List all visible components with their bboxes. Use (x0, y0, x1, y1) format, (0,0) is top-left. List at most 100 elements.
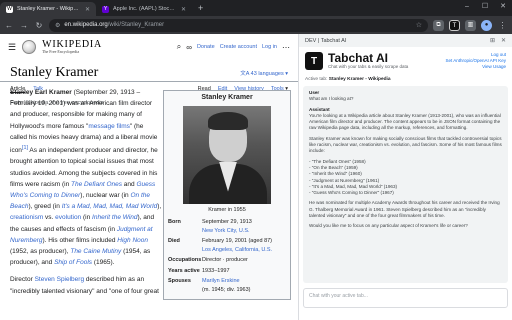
close-tab-icon[interactable]: ✕ (181, 6, 186, 13)
tab-strip: W Stanley Kramer - Wikipedia ✕ Y Apple I… (0, 0, 512, 16)
assistant-message-part: You're looking at a Wikipedia article ab… (309, 112, 501, 131)
infobox-row-occupations: Occupations Director · producer (168, 256, 286, 265)
wikipedia-globe-logo[interactable] (22, 40, 37, 54)
caine-mutiny-link[interactable]: The Caine Mutiny (70, 248, 121, 255)
back-icon[interactable]: ← (4, 21, 14, 30)
assistant-message-part: Stanley Kramer was known for making soci… (309, 135, 502, 154)
wikipedia-wordmark[interactable]: WIKIPEDIA The Free Encyclopedia (42, 40, 102, 54)
active-tab-label: Active tab: (305, 77, 328, 82)
born-date: September 29, 1913 (202, 219, 252, 225)
side-panel: DEV | Tabchat AI ⊞ ✕ T Tabchat AI Chat w… (298, 34, 512, 320)
spielberg-link[interactable]: Steven Spielberg (35, 276, 85, 283)
photo-caption: Kramer in 1955 (208, 206, 246, 213)
text: vs. (43, 214, 56, 222)
link-text: The Caine Mutiny (70, 248, 122, 255)
infobox: Stanley Kramer Kramer in 1955 Born Septe… (163, 90, 291, 300)
portrait-photo[interactable] (183, 105, 271, 204)
row-value: February 19, 2001 (aged 87) Los Angeles, … (202, 237, 286, 254)
link-text: It's a Mad, Mad, Mad, Mad World (61, 203, 158, 211)
forward-icon[interactable]: → (19, 21, 29, 30)
assistant-message-part: Would you like me to focus on any partic… (309, 223, 468, 229)
died-place-link[interactable]: Los Angeles, California, U.S. (202, 247, 272, 253)
lead-paragraph: Stanley Earl Kramer (September 29, 1913 … (10, 87, 162, 268)
evolution-link[interactable]: evolution (55, 214, 81, 221)
ship-of-fools-link[interactable]: Ship of Fools (54, 259, 92, 266)
defiant-ones-link[interactable]: The Defiant Ones (71, 181, 122, 188)
maximize-icon[interactable]: ☐ (476, 0, 494, 16)
born-place-link[interactable]: New York City, U.S. (202, 228, 250, 234)
address-bar[interactable]: ⚙ en.wikipedia.org/wiki/Stanley_Kramer ☆ (49, 18, 428, 32)
url-text: en.wikipedia.org/wiki/Stanley_Kramer (64, 22, 164, 28)
page-title: Stanley Kramer (10, 65, 99, 80)
profile-avatar-icon[interactable]: ● (481, 19, 492, 31)
personal-tools-icon[interactable]: ⋯ (282, 43, 290, 52)
infobox-row-years: Years active 1933–1997 (168, 267, 286, 276)
mad-world-link[interactable]: It's a Mad, Mad, Mad, Mad World (62, 203, 158, 210)
app-title: Tabchat AI (328, 51, 389, 65)
site-info-icon[interactable]: ⚙ (55, 22, 60, 29)
pin-icon[interactable]: ⊞ (490, 37, 495, 44)
text: ), greed (in (28, 203, 62, 211)
message-films-link[interactable]: message films (88, 123, 130, 130)
chat-input[interactable]: Chat with your active tab... (303, 288, 508, 308)
text: ), nuclear war (in (80, 191, 131, 199)
browser-toolbar: ← → ↻ ⚙ en.wikipedia.org/wiki/Stanley_Kr… (0, 16, 512, 34)
create-account-link[interactable]: Create account (220, 44, 257, 50)
second-paragraph: Director Steven Spielberg described him … (10, 274, 162, 296)
row-label: Years active (168, 267, 200, 274)
row-label: Born (168, 219, 181, 225)
row-value: September 29, 1913 New York City, U.S. (202, 218, 286, 235)
high-noon-link[interactable]: High Noon (117, 237, 148, 244)
extensions-puzzle-icon[interactable]: ⧉ (433, 19, 444, 31)
row-value: Marilyn Erskine (m. 1945; div. 1963) (202, 277, 286, 294)
search-icon[interactable]: ⌕ (177, 42, 181, 52)
text: (1965). (92, 259, 115, 267)
infobox-row-died: Died February 19, 2001 (aged 87) Los Ange… (168, 237, 286, 254)
article-body: Stanley Earl Kramer (September 29, 1913 … (10, 87, 162, 303)
chat-transcript: User What am I looking at? Assistant You… (303, 86, 508, 283)
view-usage-link[interactable]: View Usage (445, 64, 506, 70)
donate-link[interactable]: Donate (197, 44, 215, 50)
row-value: Director · producer (202, 257, 248, 263)
title-row: Stanley Kramer 文A 43 languages ▾ (0, 60, 298, 82)
text: ). His other films included (42, 236, 118, 244)
inherit-wind-link[interactable]: Inherit the Wind (92, 214, 137, 221)
reload-icon[interactable]: ↻ (34, 21, 44, 30)
window-controls: – ☐ ✕ (458, 0, 512, 16)
main-menu-icon[interactable]: ☰ (8, 42, 16, 53)
close-tab-icon[interactable]: ✕ (85, 6, 90, 13)
url-path: /wiki/Stanley_Kramer (107, 22, 165, 28)
tab-stanley-kramer[interactable]: W Stanley Kramer - Wikipedia ✕ (0, 2, 96, 16)
minimize-icon[interactable]: – (458, 0, 476, 16)
tabchat-extension-icon[interactable]: T (449, 19, 460, 31)
side-panel-icon[interactable]: ▥ (465, 19, 476, 31)
link-text: Inherit the Wind (92, 214, 138, 222)
browser-menu-icon[interactable]: ⋮ (497, 20, 508, 31)
close-panel-icon[interactable]: ✕ (501, 37, 506, 44)
login-link[interactable]: Log in (262, 44, 277, 50)
wiki-header: ☰ WIKIPEDIA The Free Encyclopedia ⌕ ∞ Do… (0, 34, 298, 60)
tab-apple-stock[interactable]: Y Apple Inc. (AAPL) Stock Price, N ✕ (96, 2, 192, 16)
url-host: en.wikipedia.org (64, 22, 108, 28)
header-links: ⌕ ∞ Donate Create account Log in ⋯ (177, 42, 290, 52)
row-value: 1933–1997 (202, 267, 230, 274)
languages-button[interactable]: 文A 43 languages ▾ (240, 69, 288, 81)
row-label: Died (168, 238, 180, 244)
new-tab-button[interactable]: + (192, 2, 209, 16)
row-label: Occupations (168, 257, 202, 263)
tab-label: Stanley Kramer - Wikipedia (17, 6, 81, 12)
text: (1952, as producer), (10, 248, 71, 255)
bookmark-star-icon[interactable]: ☆ (416, 21, 422, 29)
spouse-link[interactable]: Marilyn Erskine (202, 278, 240, 284)
close-window-icon[interactable]: ✕ (494, 0, 512, 16)
yahoo-favicon-icon: Y (102, 5, 109, 13)
side-panel-header: DEV | Tabchat AI ⊞ ✕ (299, 34, 512, 47)
text: and (122, 180, 137, 188)
reading-glasses-icon[interactable]: ∞ (186, 43, 192, 52)
creationism-link[interactable]: creationism (10, 214, 43, 221)
tabchat-logo-icon: T (305, 52, 323, 70)
text: (in (81, 214, 93, 222)
infobox-row-born: Born September 29, 1913 New York City, U.… (168, 218, 286, 235)
text: Director (10, 276, 35, 284)
died-date: February 19, 2001 (aged 87) (202, 238, 273, 244)
